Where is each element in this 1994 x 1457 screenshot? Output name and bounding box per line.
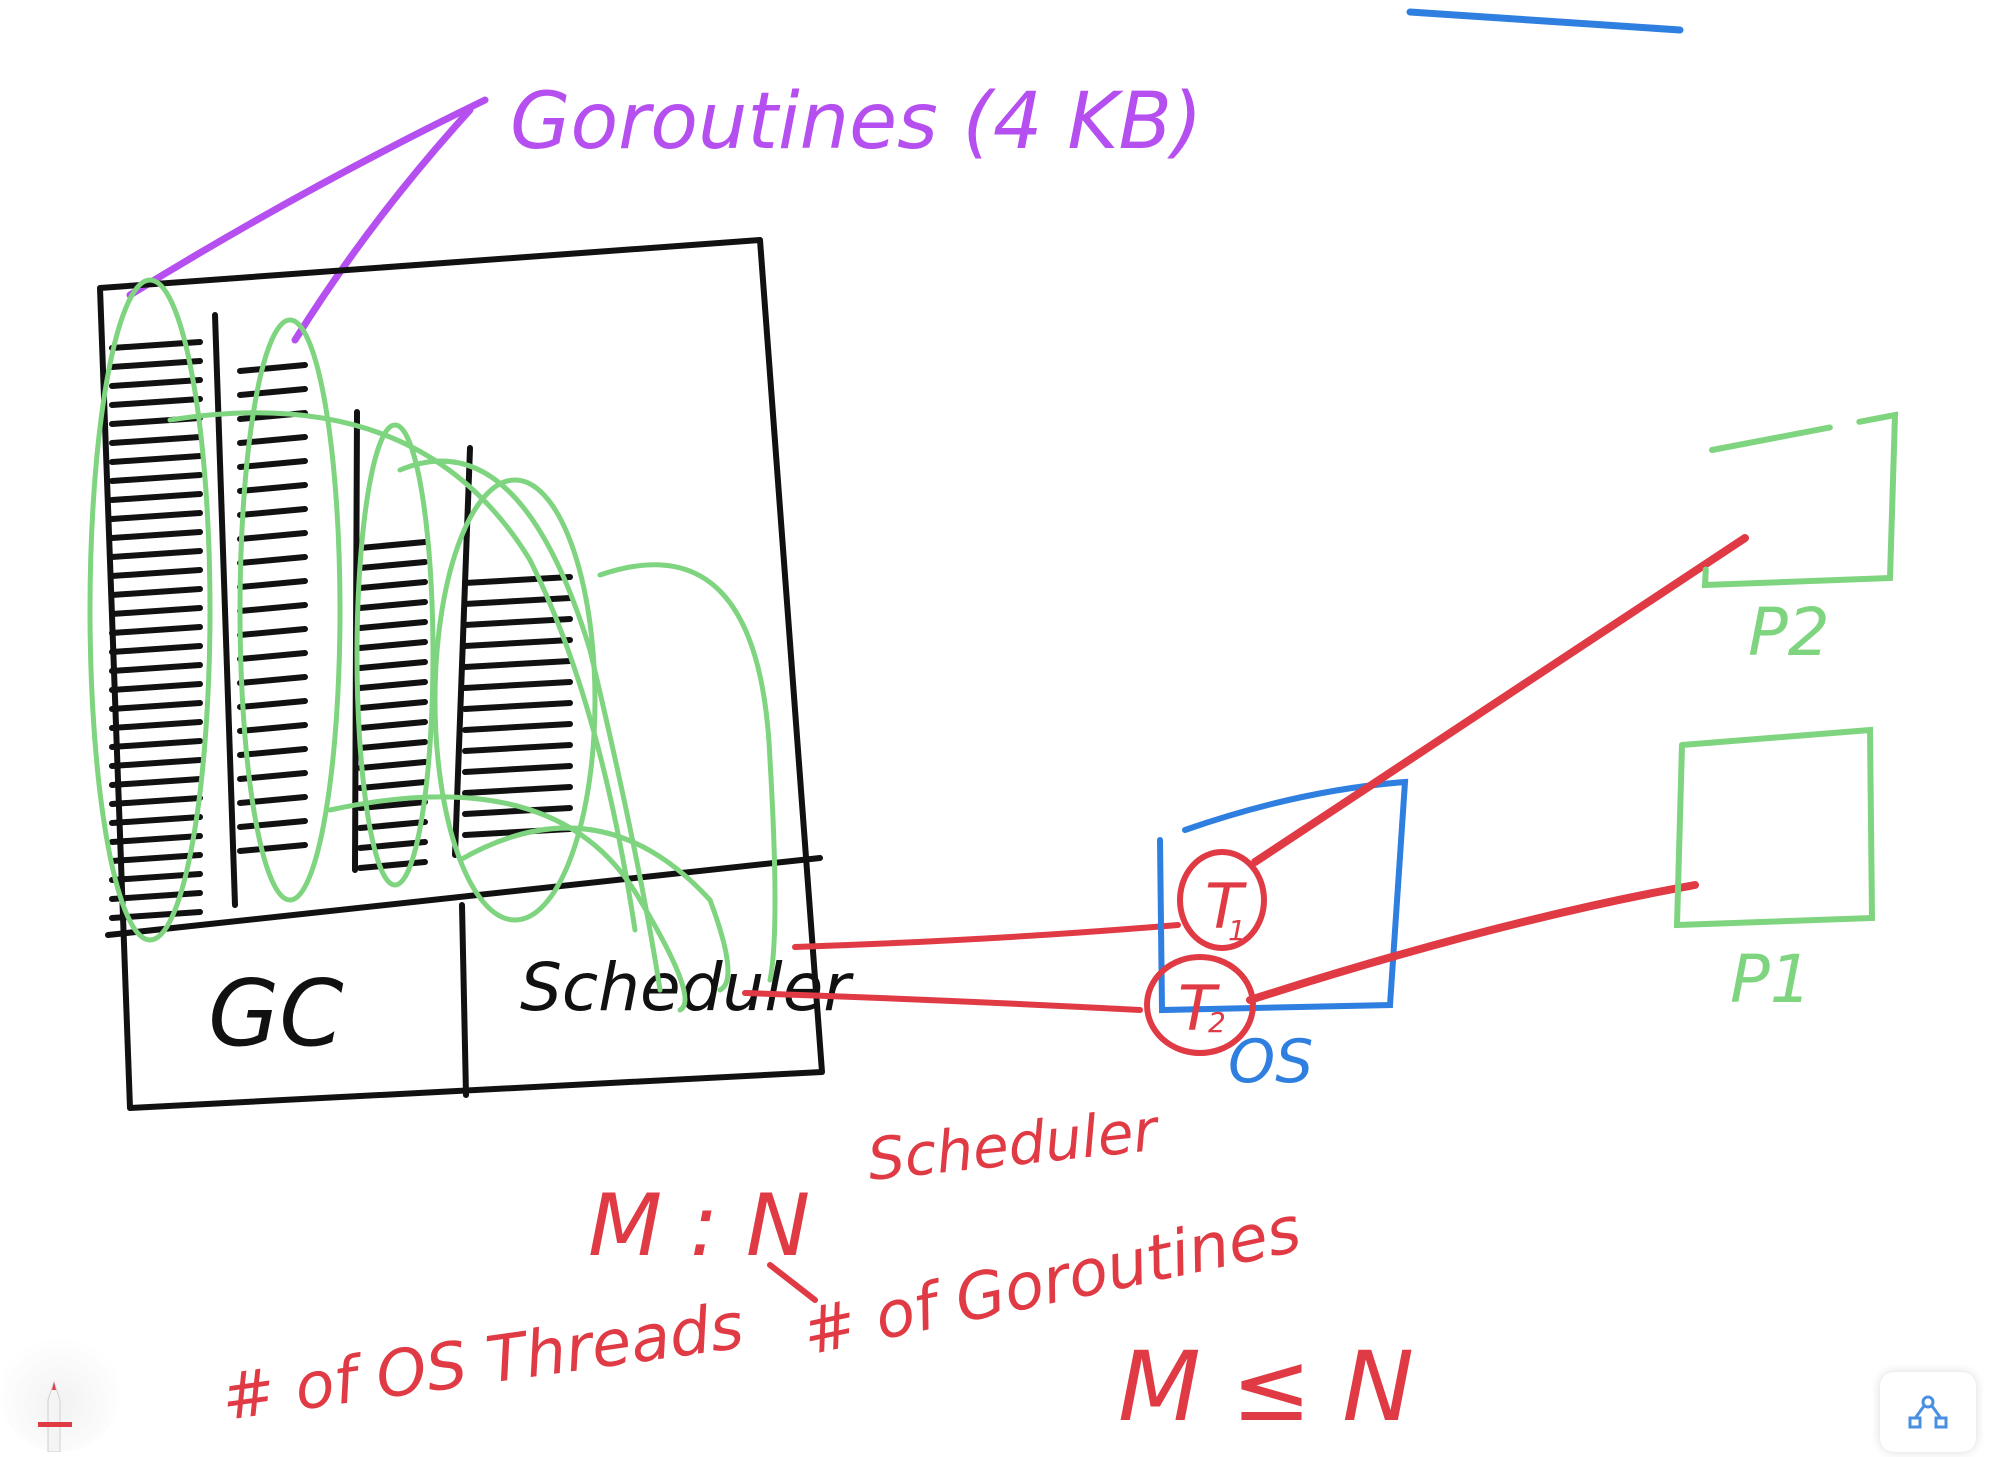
goroutines-label: Goroutines (4 KB) (510, 77, 1202, 167)
stack-line (109, 358, 203, 370)
stack-line (237, 818, 308, 830)
stack-line (109, 567, 203, 579)
stack-line (109, 491, 203, 503)
stack-line (109, 434, 203, 446)
stack-line (462, 742, 573, 754)
thread-processor-links (1246, 534, 1749, 1004)
processor-p2-label: P2 (1748, 594, 1830, 671)
stack-line (462, 700, 573, 712)
stack-line (109, 396, 203, 408)
stack-line (237, 674, 308, 686)
stack-line (109, 890, 203, 902)
stack-line (357, 759, 428, 771)
stack-line (237, 506, 308, 518)
stack-line (237, 578, 308, 590)
stack-line (462, 679, 573, 691)
gc-label: GC (208, 960, 344, 1067)
stack-line (237, 698, 308, 710)
stack-line (357, 539, 428, 551)
stack-line (109, 548, 203, 560)
stack-line (357, 719, 428, 731)
stack-line (109, 510, 203, 522)
stack-line (109, 700, 203, 712)
pen-tool-icon (38, 1380, 72, 1453)
share-icon (1908, 1395, 1948, 1429)
os-threads-label: # of OS Threads (217, 1289, 748, 1435)
stack-line (237, 602, 308, 614)
stack-line (462, 721, 573, 733)
stack-line (237, 362, 308, 374)
stack-line (237, 626, 308, 638)
stack-line (462, 784, 573, 796)
stack-line (357, 699, 428, 711)
share-button[interactable] (1880, 1372, 1976, 1452)
stack-line (237, 746, 308, 758)
thread-t1: T 1 (1177, 849, 1267, 951)
stack-line (109, 662, 203, 674)
processor-p1-label: P1 (1730, 941, 1812, 1018)
stack-line (109, 377, 203, 389)
whiteboard-canvas[interactable]: Goroutines (4 KB) GC Scheduler OS T 1 T … (0, 0, 1994, 1452)
stack-line (109, 776, 203, 788)
thread-t1-subscript: 1 (1228, 914, 1246, 947)
stack-line (237, 842, 308, 854)
stack-line (109, 453, 203, 465)
thread-t2-subscript: 2 (1208, 1006, 1226, 1039)
stack-line (109, 738, 203, 750)
stack-line (109, 605, 203, 617)
stack-line (357, 599, 428, 611)
processor-p1-box (1673, 726, 1876, 929)
mn-label: M : N (588, 1176, 810, 1276)
stack-line (357, 639, 428, 651)
stack-line (462, 805, 573, 817)
stack-line (109, 624, 203, 636)
stack-line (109, 529, 203, 541)
stack-line (109, 814, 203, 826)
stack-line (109, 681, 203, 693)
stack-line (462, 637, 573, 649)
goroutines-pointer (126, 96, 489, 344)
stack-line (237, 722, 308, 734)
stack-line (109, 643, 203, 655)
stack-line (109, 795, 203, 807)
stack-line (109, 719, 203, 731)
stack-line (357, 739, 428, 751)
stack-line (357, 679, 428, 691)
stack-line (357, 579, 428, 591)
blue-stroke-top (1406, 8, 1684, 34)
stack-line (462, 763, 573, 775)
stack-line (237, 650, 308, 662)
stack-line (357, 859, 428, 871)
stack-line (462, 595, 573, 607)
stack-line (357, 779, 428, 791)
processor-p2-box (1701, 411, 1899, 589)
stack-line (237, 482, 308, 494)
stack-line (109, 757, 203, 769)
m-le-n-label: M ≤ N (1118, 1331, 1414, 1443)
stack-line (109, 586, 203, 598)
stack-line (109, 472, 203, 484)
stack-line (237, 554, 308, 566)
mn-scheduler-label: Scheduler (864, 1096, 1163, 1194)
stack-line (357, 559, 428, 571)
pen-tool[interactable] (0, 1330, 120, 1453)
stack-line (237, 530, 308, 542)
scheduler-label: Scheduler (520, 949, 854, 1026)
stack-line (462, 658, 573, 670)
stack-line (462, 574, 573, 586)
stack-line (109, 833, 203, 845)
stack-line (357, 659, 428, 671)
stack-line (237, 386, 308, 398)
stack-line (357, 619, 428, 631)
stack-line (237, 458, 308, 470)
